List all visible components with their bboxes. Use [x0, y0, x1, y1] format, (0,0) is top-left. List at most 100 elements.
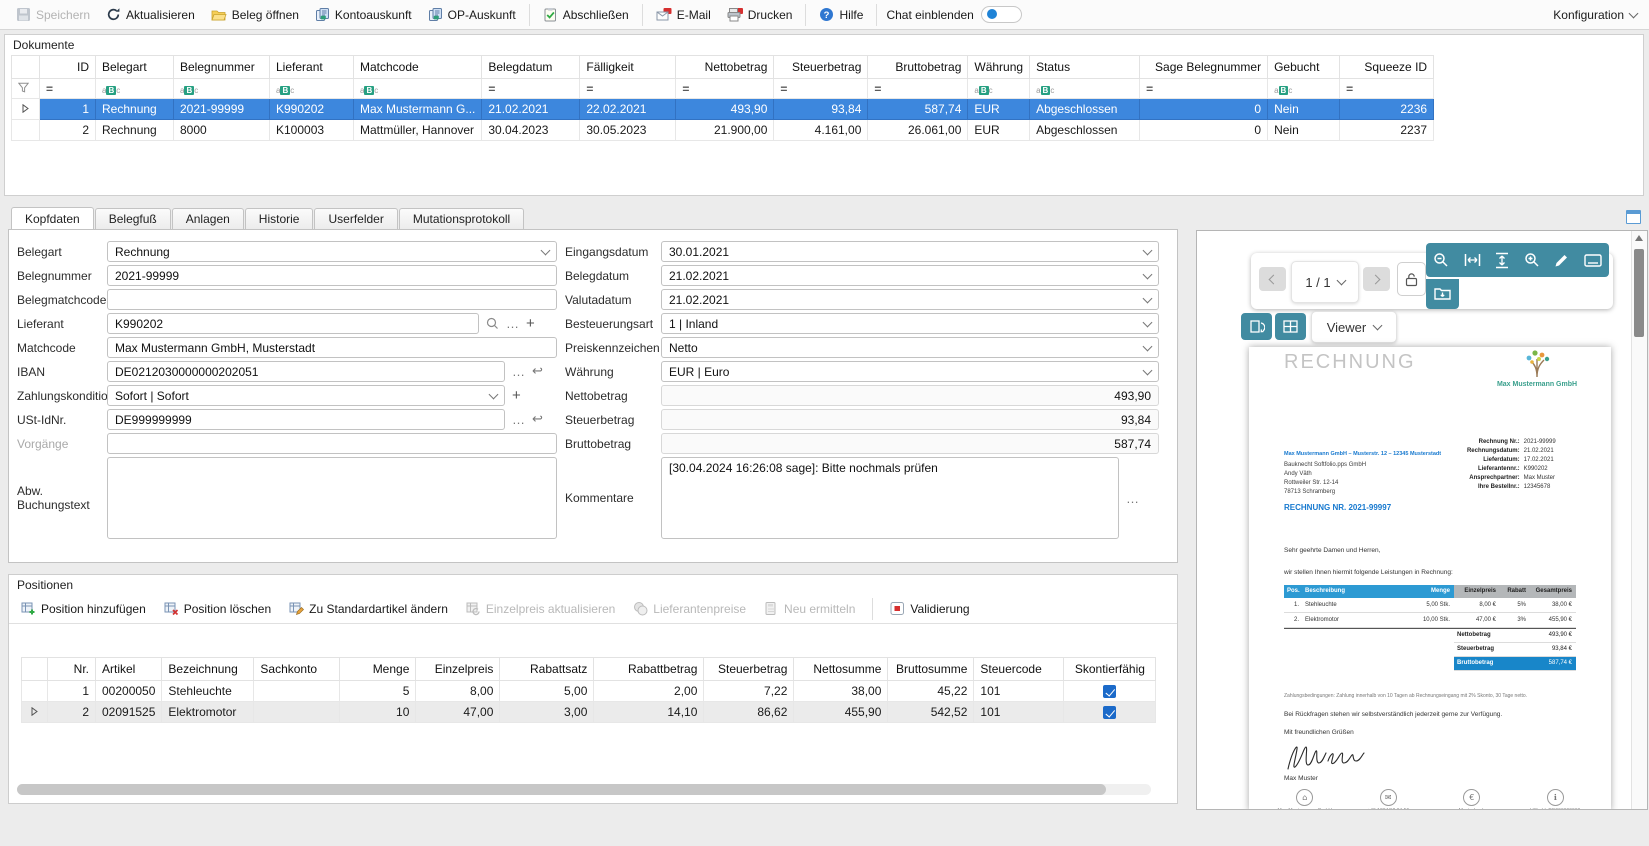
fit-height-icon[interactable]	[1495, 252, 1509, 269]
table-row[interactable]: 1Rechnung2021-99999K990202Max Mustermann…	[12, 99, 1434, 120]
pen-icon[interactable]	[1554, 253, 1569, 268]
next-page-button[interactable]	[1363, 267, 1390, 291]
scrollbar-thumb[interactable]	[1634, 249, 1644, 337]
column-header-marker[interactable]	[22, 658, 48, 681]
column-header-bruttobetrag[interactable]: Bruttobetrag	[868, 56, 968, 79]
zoom-in-icon[interactable]	[1524, 252, 1540, 268]
filter-cell-bruttobetrag[interactable]: =	[868, 79, 968, 99]
column-header-matchcode[interactable]: Matchcode	[354, 56, 482, 79]
iban-input[interactable]: DE0212030000000202051	[107, 361, 505, 382]
column-header-steuerbetrag[interactable]: Steuerbetrag	[774, 56, 868, 79]
neu-ermitteln-button[interactable]: Neu ermitteln	[758, 598, 861, 619]
column-header-status[interactable]: Status	[1030, 56, 1140, 79]
ustidnr-input[interactable]: DE999999999	[107, 409, 505, 430]
print-button[interactable]: Drucken	[719, 4, 801, 25]
bruttobetrag-field[interactable]: 587,74	[661, 433, 1159, 454]
column-header-gebucht[interactable]: Gebucht	[1268, 56, 1340, 79]
ellipsis-button[interactable]: …	[1126, 492, 1139, 505]
restore-window-icon[interactable]	[1626, 210, 1641, 224]
filter-cell-waehrung[interactable]: aBc	[968, 79, 1030, 99]
invoice-page[interactable]: RECHNUNG Max Mustermann GmbH Max Musterm…	[1249, 347, 1611, 810]
table-row[interactable]: 202091525Elektromotor1047,003,0014,1086,…	[22, 702, 1156, 723]
filter-cell-gebucht[interactable]: aBc	[1268, 79, 1340, 99]
filter-cell-sage[interactable]: =	[1140, 79, 1268, 99]
column-header-rabattbetrag[interactable]: Rabattbetrag	[594, 658, 704, 681]
belegmatchcode-input[interactable]	[107, 289, 557, 310]
refresh-button[interactable]: Aktualisieren	[98, 4, 203, 25]
checkbox[interactable]	[1103, 685, 1116, 698]
horizontal-scrollbar[interactable]	[17, 784, 1151, 795]
column-header-lieferant[interactable]: Lieferant	[270, 56, 354, 79]
belegnummer-input[interactable]: 2021-99999	[107, 265, 557, 286]
add-lieferant-button[interactable]: +	[526, 316, 535, 331]
ellipsis-button[interactable]: …	[512, 365, 525, 378]
scroll-up-icon[interactable]	[1635, 235, 1643, 241]
page-number-dropdown[interactable]: 1 / 1	[1291, 261, 1359, 303]
filter-cell-id[interactable]: =	[40, 79, 96, 99]
waehrung-select[interactable]: EUR | Euro	[661, 361, 1159, 382]
lieferantenpreise-button[interactable]: Lieferantenpreise	[627, 598, 752, 619]
validierung-button[interactable]: Validierung	[884, 598, 975, 619]
filter-cell-lieferant[interactable]: aBc	[270, 79, 354, 99]
belegart-select[interactable]: Rechnung	[107, 241, 557, 262]
filter-cell-faelligkeit[interactable]: =	[580, 79, 676, 99]
standardartikel-button[interactable]: Zu Standardartikel ändern	[283, 598, 454, 619]
matchcode-input[interactable]: Max Mustermann GmbH, Musterstadt	[107, 337, 557, 358]
position-delete-button[interactable]: Position löschen	[158, 598, 277, 619]
tab-anlagen[interactable]: Anlagen	[172, 208, 244, 229]
chat-toggle[interactable]	[981, 6, 1022, 23]
column-header-sage[interactable]: Sage Belegnummer	[1140, 56, 1268, 79]
tab-historie[interactable]: Historie	[245, 208, 314, 229]
undo-icon[interactable]: ↩	[532, 365, 543, 378]
column-header-steuerbetrag[interactable]: Steuerbetrag	[704, 658, 794, 681]
help-button[interactable]: ? Hilfe	[811, 4, 871, 25]
checkbox[interactable]	[1103, 706, 1116, 719]
previous-page-button[interactable]	[1259, 267, 1286, 291]
grid-view-button[interactable]	[1275, 313, 1306, 340]
tab-userfelder[interactable]: Userfelder	[314, 208, 397, 229]
zoom-out-icon[interactable]	[1433, 252, 1449, 268]
tab-mutationsprotokoll[interactable]: Mutationsprotokoll	[399, 208, 524, 229]
column-header-artikel[interactable]: Artikel	[96, 658, 162, 681]
valutadatum-select[interactable]: 21.02.2021	[661, 289, 1159, 310]
finish-button[interactable]: Abschließen	[535, 4, 637, 25]
vertical-scrollbar[interactable]	[1631, 231, 1647, 809]
tab-kopfdaten[interactable]: Kopfdaten	[11, 207, 94, 229]
filter-cell-status[interactable]: aBc	[1030, 79, 1140, 99]
column-header-id[interactable]: ID	[40, 56, 96, 79]
column-header-einzelpreis[interactable]: Einzelpreis	[416, 658, 500, 681]
filter-cell-nettobetrag[interactable]: =	[676, 79, 774, 99]
belegdatum-select[interactable]: 21.02.2021	[661, 265, 1159, 286]
column-header-nettobetrag[interactable]: Nettobetrag	[676, 56, 774, 79]
filter-cell-belegart[interactable]: aBc	[96, 79, 174, 99]
preiskennzeichen-select[interactable]: Netto	[661, 337, 1159, 358]
column-header-faelligkeit[interactable]: Fälligkeit	[580, 56, 676, 79]
column-header-marker[interactable]	[12, 56, 40, 79]
ellipsis-button[interactable]: …	[506, 317, 519, 330]
account-statement-button[interactable]: Kontoauskunft	[307, 4, 420, 25]
column-header-steuercode[interactable]: Steuercode	[974, 658, 1064, 681]
filter-cell-belegdatum[interactable]: =	[482, 79, 580, 99]
column-header-bezeichnung[interactable]: Bezeichnung	[162, 658, 254, 681]
column-header-nr[interactable]: Nr.	[48, 658, 96, 681]
stamp-field-icon[interactable]	[1584, 254, 1602, 267]
einzelpreis-aktualisieren-button[interactable]: Einzelpreis aktualisieren	[460, 598, 621, 619]
search-icon[interactable]	[486, 317, 499, 330]
op-statement-button[interactable]: OP-Auskunft	[420, 4, 524, 25]
lieferant-input[interactable]: K990202	[107, 313, 479, 334]
column-header-squeeze[interactable]: Squeeze ID	[1340, 56, 1434, 79]
ellipsis-button[interactable]: …	[512, 413, 525, 426]
konfiguration-menu[interactable]: Konfiguration	[1553, 8, 1641, 22]
eingangsdatum-select[interactable]: 30.01.2021	[661, 241, 1159, 262]
add-zahlungskondition-button[interactable]: +	[512, 388, 521, 403]
position-add-button[interactable]: Position hinzufügen	[15, 598, 152, 619]
filter-cell-matchcode[interactable]: aBc	[354, 79, 482, 99]
column-header-belegdatum[interactable]: Belegdatum	[482, 56, 580, 79]
column-header-belegart[interactable]: Belegart	[96, 56, 174, 79]
abw-buchungstext-textarea[interactable]	[107, 457, 557, 539]
column-header-menge[interactable]: Menge	[340, 658, 416, 681]
column-header-waehrung[interactable]: Währung	[968, 56, 1030, 79]
column-header-belegnummer[interactable]: Belegnummer	[174, 56, 270, 79]
filter-cell-steuerbetrag[interactable]: =	[774, 79, 868, 99]
column-header-skontierfaehig[interactable]: Skontierfähig	[1064, 658, 1156, 681]
